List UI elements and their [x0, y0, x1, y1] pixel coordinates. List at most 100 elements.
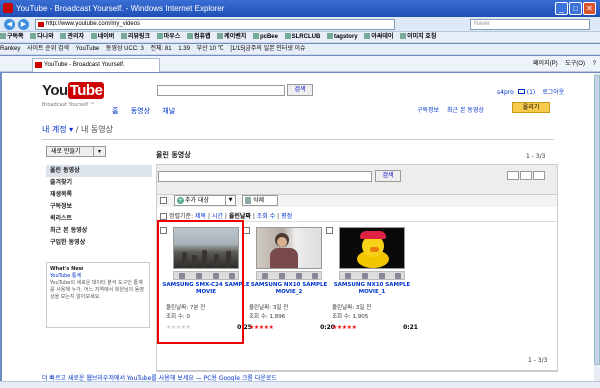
- toolbar-link[interactable]: 리뷰링크: [120, 33, 150, 40]
- video-checkbox[interactable]: [326, 227, 333, 234]
- edit-icon[interactable]: [262, 273, 268, 279]
- insight-icon[interactable]: [362, 273, 368, 279]
- toolbar-link[interactable]: tagstory: [326, 33, 358, 40]
- inbox-count[interactable]: (1): [527, 89, 536, 96]
- forward-button[interactable]: ▶: [18, 19, 29, 30]
- filter-input[interactable]: [158, 171, 372, 182]
- toolbar-link[interactable]: 아싸데이: [364, 33, 393, 40]
- delete-button[interactable]: 삭제: [242, 195, 278, 206]
- chevron-down-icon[interactable]: ▼: [225, 196, 235, 205]
- youtube-favicon-icon: [3, 3, 13, 13]
- video-title[interactable]: SAMSUNG NX10 SAMPLE MOVIE_2: [243, 282, 335, 296]
- sidebar-item-uploaded[interactable]: 올린 동영상: [46, 165, 152, 177]
- nav-videos[interactable]: 동영상: [131, 107, 150, 115]
- tools-menu[interactable]: 도구(O): [565, 61, 585, 67]
- annotation-icon[interactable]: [379, 273, 385, 279]
- edit-icon[interactable]: [345, 273, 351, 279]
- sidebar-item-quicklist[interactable]: 퀵리스트: [46, 213, 152, 225]
- video-tools: [256, 271, 322, 280]
- site-search-input[interactable]: [157, 85, 285, 96]
- video-views: 조회 수: 1,896: [249, 314, 286, 320]
- sort-rating[interactable]: 평점: [281, 213, 292, 220]
- video-views: 조회 수: 1,905: [332, 314, 369, 320]
- toolbar-item[interactable]: 부산 10 ℃: [197, 46, 224, 52]
- maximize-button[interactable]: □: [569, 2, 582, 15]
- close-button[interactable]: ✕: [583, 2, 596, 15]
- detail-view-icon[interactable]: [533, 171, 545, 180]
- toolbar-item[interactable]: 사이트 순위 검색: [27, 46, 69, 52]
- video-checkbox[interactable]: [243, 227, 250, 234]
- logout-link[interactable]: 로그아웃: [542, 89, 564, 96]
- toolbar-link[interactable]: 케이벤치: [217, 33, 246, 40]
- nav-channels[interactable]: 채널: [162, 107, 175, 115]
- add-to-button[interactable]: + 추가 대상 ▼: [174, 195, 236, 206]
- minimize-button[interactable]: _: [555, 2, 568, 15]
- insight-icon[interactable]: [279, 273, 285, 279]
- sort-label: 정렬기준:: [169, 213, 194, 220]
- toolbar-item[interactable]: 1.39: [178, 46, 190, 52]
- sidebar-item-subscriptions[interactable]: 구독정보: [46, 201, 152, 213]
- toolbar-link[interactable]: 컴퓨랩: [186, 33, 211, 40]
- browser-search-field[interactable]: Naver: [470, 19, 590, 30]
- toolbar-item[interactable]: 동영상 UCC: 3: [106, 46, 144, 52]
- toolbar-link[interactable]: pcBee: [252, 33, 278, 40]
- new-button[interactable]: 새로 만들기 ▾: [46, 146, 106, 157]
- inbox-icon[interactable]: [517, 89, 525, 94]
- toolbar-item[interactable]: 전체: 81: [151, 46, 172, 52]
- nav-home[interactable]: 홈: [112, 107, 118, 115]
- chrome-promo-link[interactable]: 더 빠르고 새로운 웹브라우저에서 YouTube를 사용해 보세요 — PC용…: [42, 373, 277, 381]
- whats-new-box: What's New YouTube 통계 YouTube의 새로운 데이터 분…: [46, 262, 150, 328]
- my-account-link[interactable]: 내 계정: [42, 125, 67, 134]
- username-link[interactable]: s4pro: [497, 89, 514, 96]
- video-date: 올린날짜: 3일 전: [249, 305, 289, 311]
- vertical-scrollbar[interactable]: [594, 73, 600, 381]
- toolbar-item[interactable]: YouTube: [76, 46, 100, 52]
- sort-time[interactable]: 시간: [212, 213, 223, 220]
- toolbar-link[interactable]: 마우스: [156, 33, 180, 40]
- toolbar-item[interactable]: Rankey: [0, 46, 20, 52]
- youtube-logo[interactable]: You Tube: [42, 82, 105, 99]
- subscriptions-link[interactable]: 구독정보: [417, 107, 439, 114]
- chevron-down-icon[interactable]: ▾: [69, 125, 73, 134]
- divider: [156, 371, 558, 372]
- sort-upload-date[interactable]: 올린날짜: [229, 213, 251, 220]
- back-button[interactable]: ◀: [4, 19, 15, 30]
- toolbar-link[interactable]: 다나와: [30, 33, 54, 40]
- page-menu[interactable]: 페이지(P): [533, 61, 558, 67]
- video-title[interactable]: SAMSUNG NX10 SAMPLE MOVIE_1: [326, 282, 418, 296]
- annotation-icon[interactable]: [296, 273, 302, 279]
- toolbar-link[interactable]: 관리자: [60, 33, 84, 40]
- filter-search-button[interactable]: 검색: [375, 170, 401, 182]
- sidebar-item-favorites[interactable]: 즐겨찾기: [46, 177, 152, 189]
- trash-icon[interactable]: [312, 273, 318, 279]
- sidebar-item-history[interactable]: 최근 본 동영상: [46, 225, 152, 237]
- grid-view-icon[interactable]: [520, 171, 532, 180]
- chevron-down-icon[interactable]: ▾: [93, 147, 105, 156]
- sort-views[interactable]: 조회 수: [257, 213, 275, 220]
- help-menu[interactable]: ?: [593, 61, 596, 67]
- video-card: SAMSUNG NX10 SAMPLE MOVIE_2 올린날짜: 3일 전 조…: [243, 225, 335, 343]
- toolbar-link[interactable]: 구독쪽: [0, 33, 24, 40]
- recently-viewed-link[interactable]: 최근 본 동영상: [447, 107, 484, 114]
- scrollbar-thumb[interactable]: [594, 75, 600, 365]
- toolbar-link[interactable]: 네이버: [90, 33, 114, 40]
- sidebar-item-purchased[interactable]: 구입한 동영상: [46, 237, 152, 249]
- sidebar-item-playlists[interactable]: 재생목록: [46, 189, 152, 201]
- sort-title[interactable]: 제목: [195, 213, 206, 220]
- toolbar-link[interactable]: 이미지 호칭: [400, 33, 436, 40]
- upload-button[interactable]: 올리기: [512, 102, 550, 113]
- list-view-icon[interactable]: [507, 171, 519, 180]
- url-field[interactable]: http://www.youtube.com/my_videos: [35, 19, 395, 30]
- trash-icon[interactable]: [395, 273, 401, 279]
- result-range-top: 1 - 3/3: [526, 153, 546, 160]
- toolbar-item[interactable]: [1/15]금주의 일본 인터넷 이슈: [230, 46, 305, 52]
- toolbar-link[interactable]: SLRCLUB: [284, 33, 320, 40]
- status-bar: [0, 381, 600, 388]
- select-all-checkbox[interactable]: [160, 197, 167, 204]
- view-toggle: [507, 171, 547, 181]
- insight-link[interactable]: YouTube 통계: [50, 273, 146, 280]
- site-search-button[interactable]: 검색: [287, 84, 313, 96]
- browser-tab[interactable]: YouTube - Broadcast Yourself.: [32, 58, 160, 72]
- video-thumbnail[interactable]: [339, 227, 405, 269]
- video-thumbnail[interactable]: [256, 227, 322, 269]
